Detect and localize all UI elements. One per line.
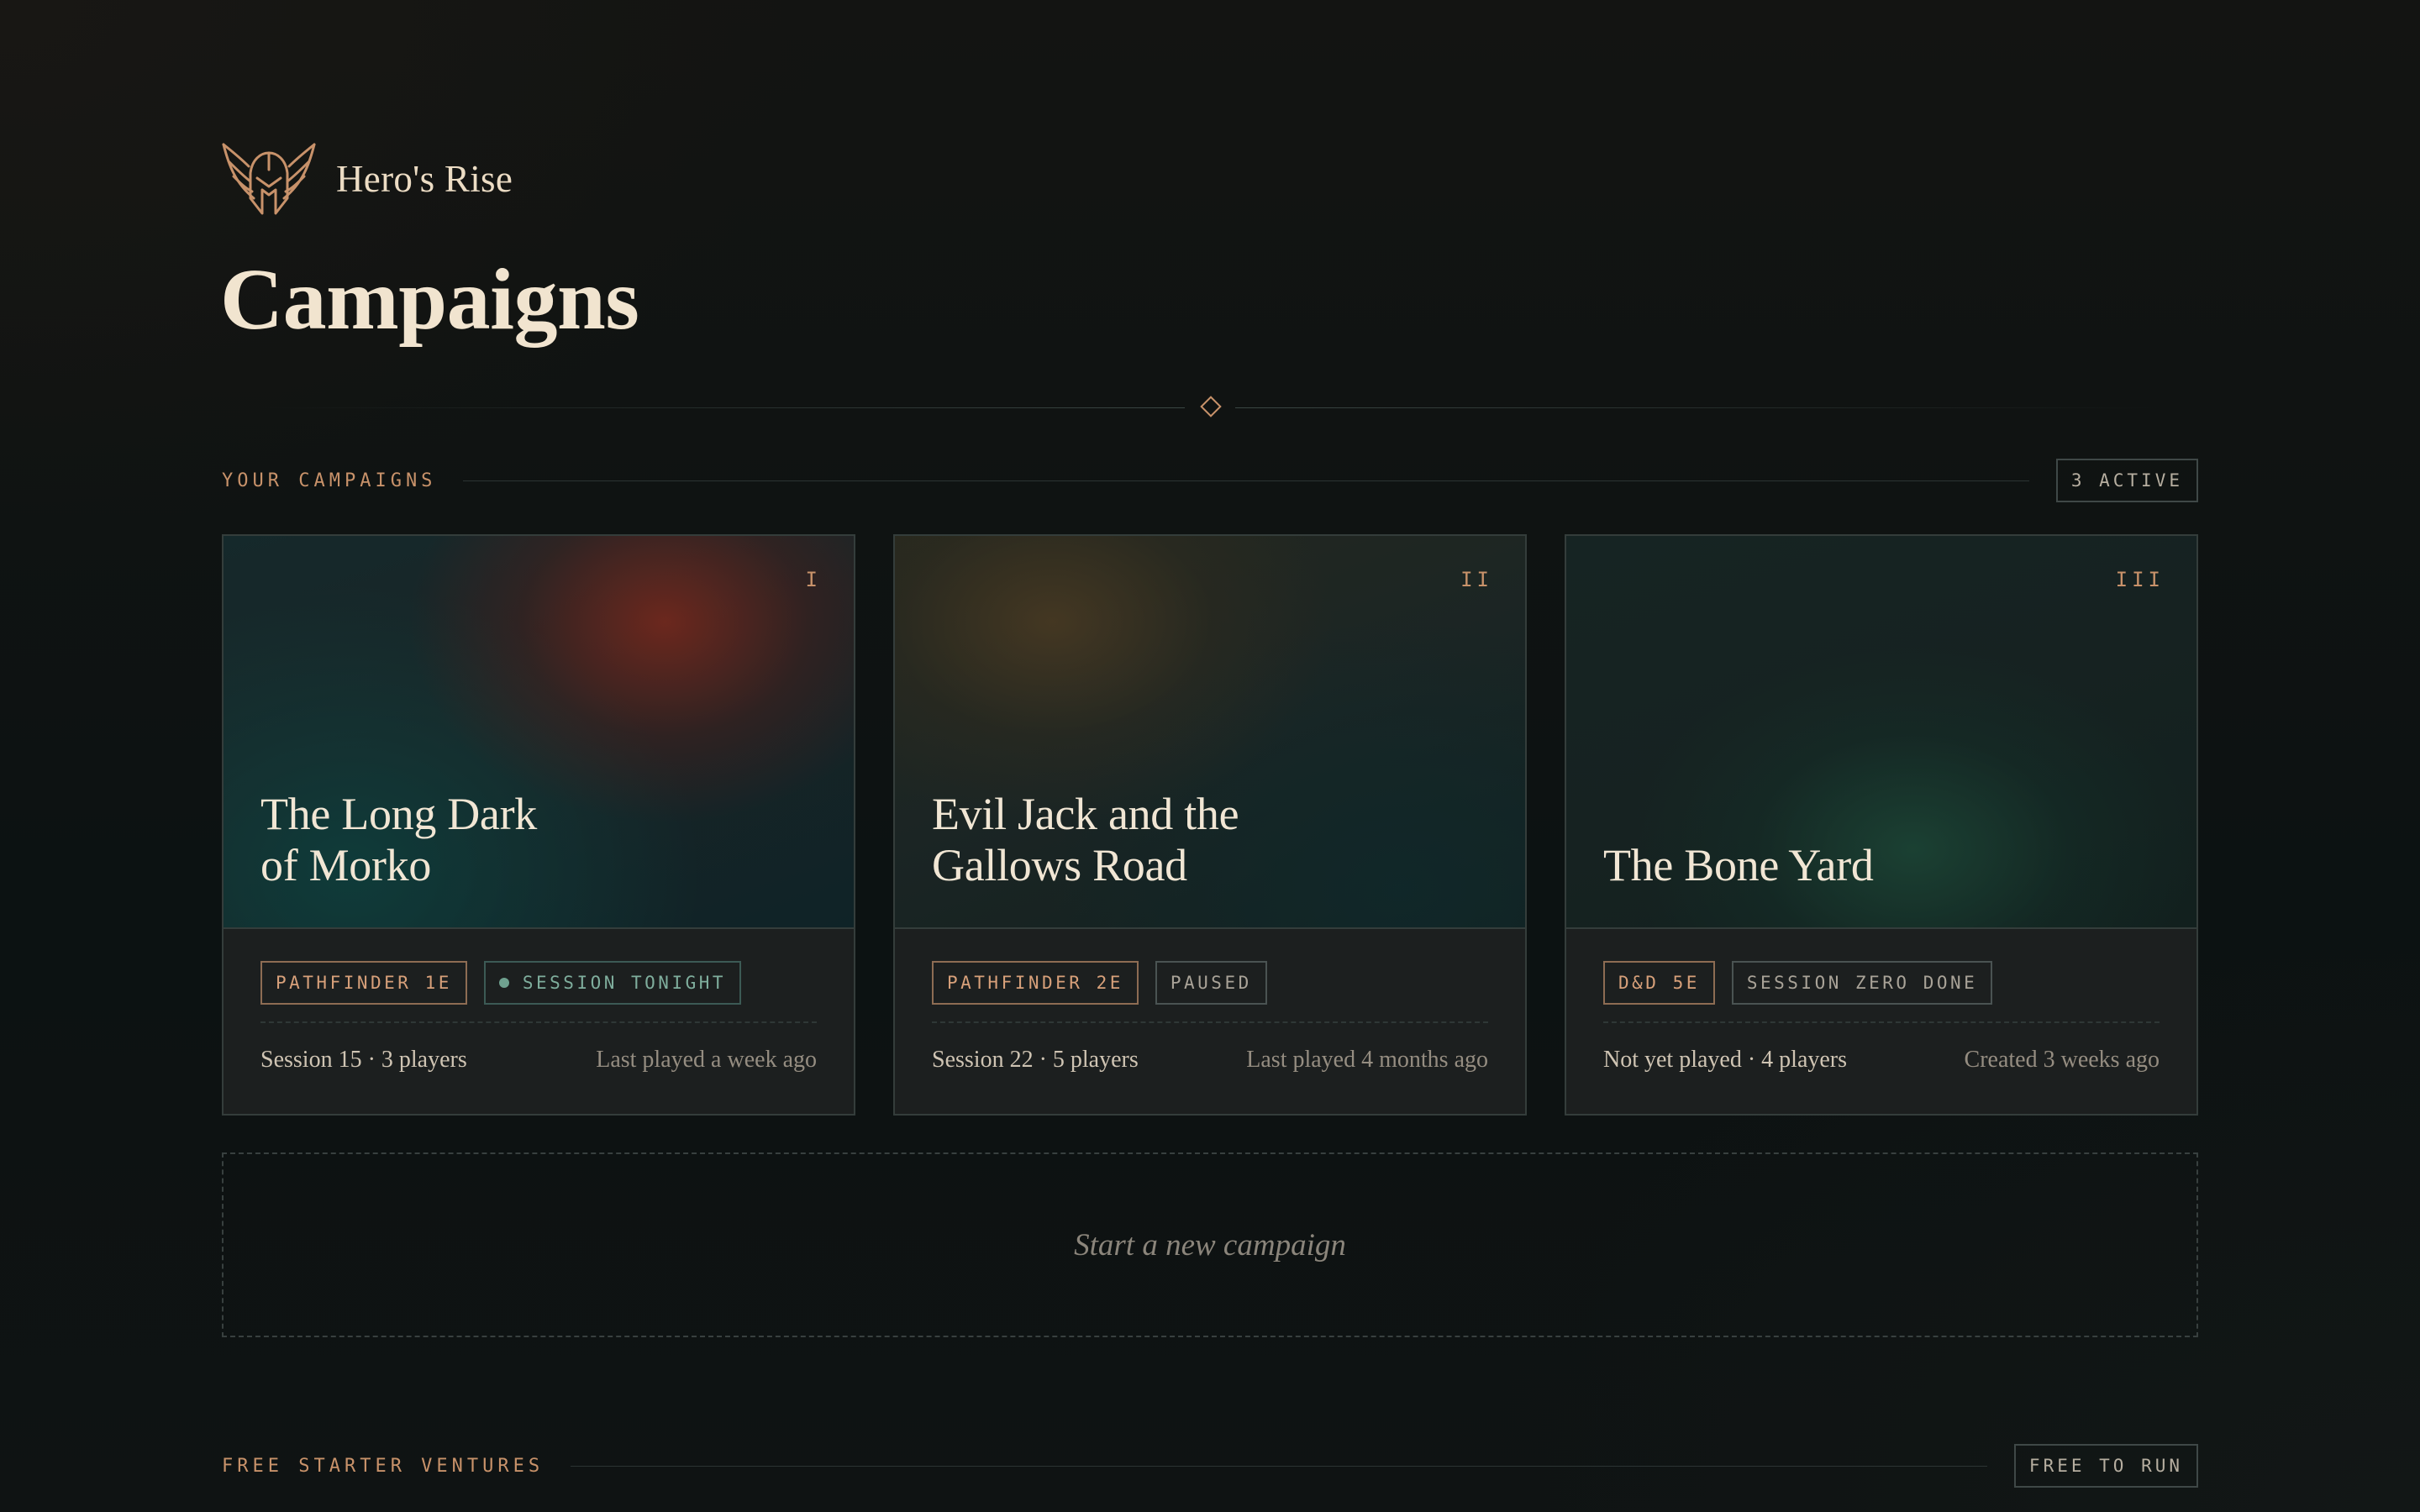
new-campaign-label: Start a new campaign <box>1074 1227 1346 1263</box>
campaign-card[interactable]: III The Bone Yard D&D 5E SESSION ZERO DO… <box>1565 534 2198 1116</box>
active-count-badge: 3 ACTIVE <box>2055 459 2198 502</box>
status-tag-label: SESSION TONIGHT <box>522 973 727 993</box>
status-tag: SESSION ZERO DONE <box>1731 961 1993 1005</box>
last-played: Last played a week ago <box>596 1047 817 1073</box>
brand-name: Hero's Rise <box>336 158 513 200</box>
campaigns-section-header: YOUR CAMPAIGNS 3 ACTIVE <box>222 459 2198 502</box>
system-tag: PATHFINDER 2E <box>932 961 1139 1005</box>
last-played: Last played 4 months ago <box>1246 1047 1488 1073</box>
session-info: Not yet played · 4 players <box>1603 1047 1848 1073</box>
session-info: Session 22 · 5 players <box>932 1047 1139 1073</box>
campaign-card[interactable]: I The Long Dark of Morko PATHFINDER 1E S… <box>222 534 855 1116</box>
section-rule <box>463 480 2029 481</box>
card-numeral: I <box>805 568 822 591</box>
free-badge: FREE TO RUN <box>2013 1444 2198 1488</box>
campaign-card[interactable]: II Evil Jack and the Gallows Road PATHFI… <box>893 534 1527 1116</box>
divider-line-right <box>1235 407 2160 408</box>
status-tag: SESSION TONIGHT <box>483 961 742 1005</box>
section-label: YOUR CAMPAIGNS <box>222 470 437 491</box>
status-tag: PAUSED <box>1155 961 1267 1005</box>
card-hero: III The Bone Yard <box>1566 536 2196 929</box>
ornament-divider <box>260 396 2160 418</box>
page-title: Campaigns <box>220 251 639 348</box>
card-title: Evil Jack and the Gallows Road <box>932 789 1239 890</box>
card-tags: D&D 5E SESSION ZERO DONE <box>1603 961 1993 1005</box>
section-rule <box>571 1465 1987 1467</box>
card-separator <box>1603 1021 2160 1023</box>
diamond-icon <box>1200 396 1222 417</box>
card-numeral: III <box>2115 568 2165 591</box>
campaign-cards: I The Long Dark of Morko PATHFINDER 1E S… <box>222 534 2198 1116</box>
card-separator <box>260 1021 817 1023</box>
card-hero: II Evil Jack and the Gallows Road <box>895 536 1525 929</box>
live-dot-icon <box>498 978 509 988</box>
card-hero: I The Long Dark of Morko <box>224 536 854 929</box>
divider-line-left <box>260 407 1185 408</box>
card-meta: Session 22 · 5 players Last played 4 mon… <box>932 1047 1488 1074</box>
card-meta: Not yet played · 4 players Created 3 wee… <box>1603 1047 2160 1074</box>
system-tag: PATHFINDER 1E <box>260 961 467 1005</box>
card-title: The Bone Yard <box>1603 839 1874 890</box>
card-title: The Long Dark of Morko <box>260 789 537 890</box>
card-separator <box>932 1021 1488 1023</box>
card-numeral: II <box>1460 568 1493 591</box>
brand[interactable]: Hero's Rise <box>220 139 513 218</box>
card-tags: PATHFINDER 2E PAUSED <box>932 961 1267 1005</box>
starter-section-header: FREE STARTER VENTURES FREE TO RUN <box>222 1444 2198 1488</box>
winged-helmet-icon <box>222 143 316 215</box>
section-label: FREE STARTER VENTURES <box>222 1455 544 1477</box>
card-meta: Session 15 · 3 players Last played a wee… <box>260 1047 817 1074</box>
last-played: Created 3 weeks ago <box>1964 1047 2160 1073</box>
session-info: Session 15 · 3 players <box>260 1047 467 1073</box>
new-campaign-button[interactable]: Start a new campaign <box>222 1152 2198 1337</box>
card-tags: PATHFINDER 1E SESSION TONIGHT <box>260 961 742 1005</box>
system-tag: D&D 5E <box>1603 961 1715 1005</box>
